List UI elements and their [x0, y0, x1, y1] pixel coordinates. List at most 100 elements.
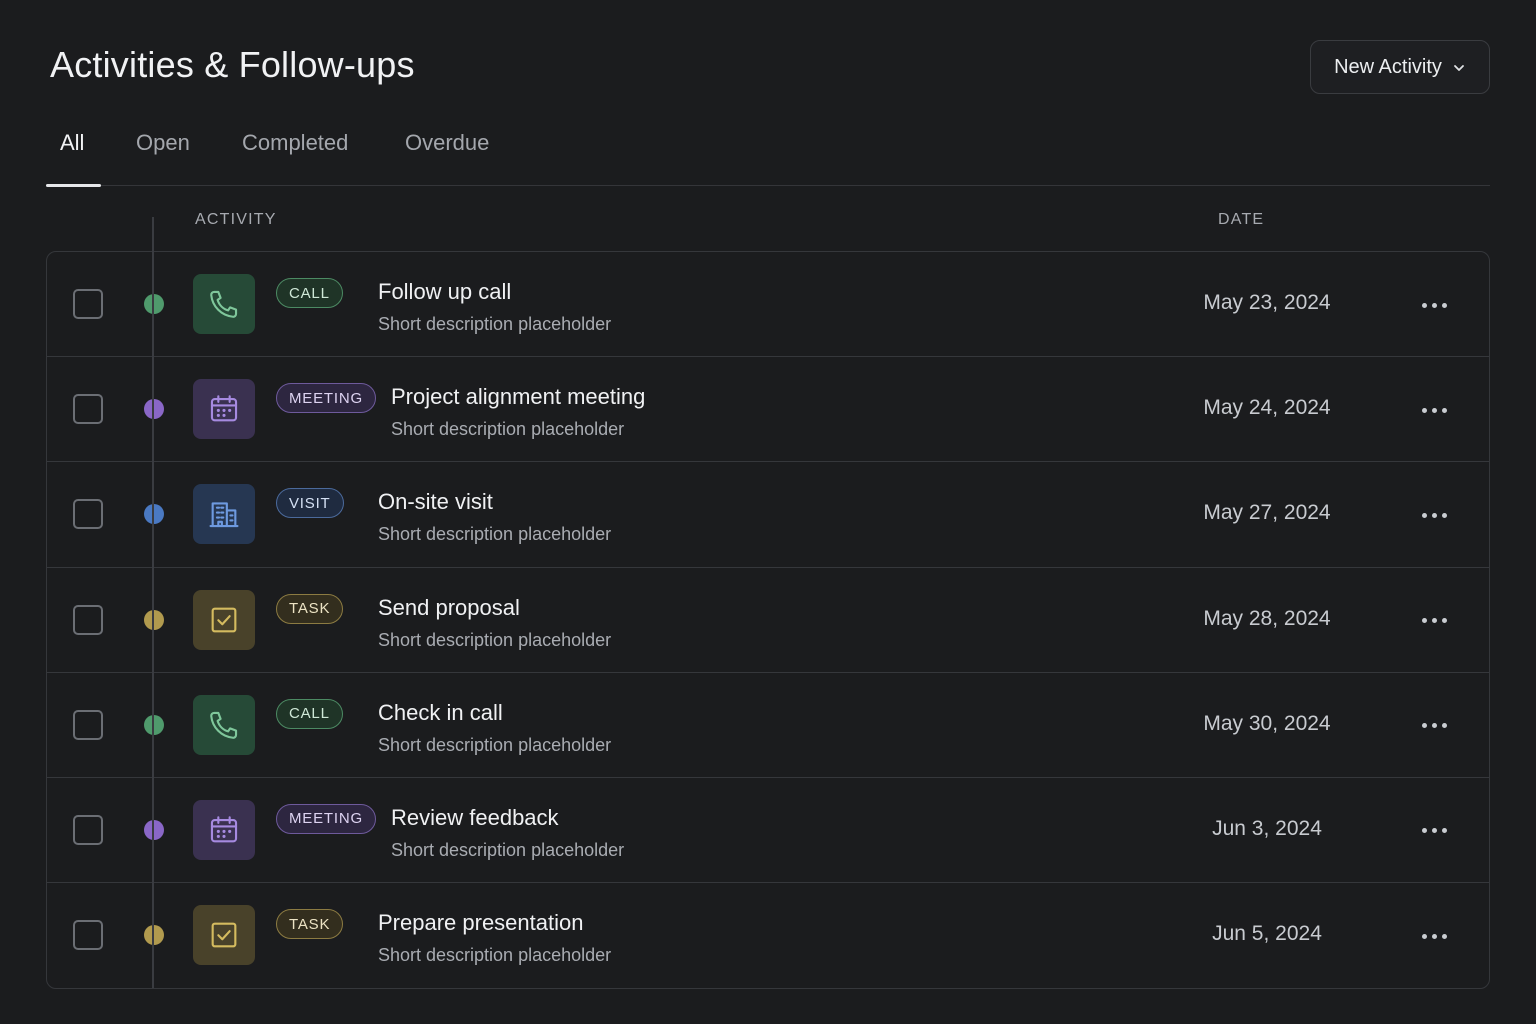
more-dot: [1431, 933, 1437, 939]
more-dot: [1441, 723, 1447, 729]
activity-description: Short description placeholder: [378, 314, 612, 334]
activity-title: Send proposal: [378, 594, 520, 620]
activity-type-badge: TASK: [276, 593, 344, 624]
more-dot: [1441, 933, 1447, 939]
activity-title: Project alignment meeting: [391, 384, 646, 410]
row-checkbox[interactable]: [73, 499, 103, 530]
activity-date: Jun 5, 2024: [1212, 922, 1322, 946]
activity-type-icon-box: [193, 379, 255, 440]
activity-type-icon-box: [193, 484, 255, 545]
tab-overdue[interactable]: Overdue: [405, 130, 489, 156]
more-dot: [1421, 828, 1427, 834]
more-dot: [1441, 302, 1447, 308]
activity-description: Short description placeholder: [391, 839, 625, 860]
row-checkbox[interactable]: [73, 289, 103, 319]
activity-date: May 30, 2024: [1203, 711, 1331, 735]
activity-type-icon-box: [193, 589, 255, 650]
activity-type-badge: CALL: [276, 698, 343, 729]
more-actions-button[interactable]: [1411, 816, 1457, 846]
activity-type-badge: MEETING: [276, 383, 376, 414]
timeline-dot: [144, 925, 164, 946]
activity-description: Short description placeholder: [378, 524, 612, 545]
page-title: Activities & Follow-ups: [50, 44, 415, 85]
more-dot: [1431, 828, 1437, 834]
more-dot: [1421, 618, 1427, 624]
more-dot: [1431, 618, 1437, 624]
column-header-activity: ACTIVITY: [195, 211, 277, 228]
activity-type-icon-box: [193, 694, 255, 755]
activity-row-6[interactable]: MEETING Review feedback Short descriptio…: [47, 778, 1489, 884]
activity-description: Short description placeholder: [391, 419, 625, 440]
timeline-dot: [144, 294, 164, 314]
more-actions-button[interactable]: [1411, 500, 1457, 530]
more-actions-button[interactable]: [1411, 711, 1457, 741]
more-dot: [1441, 407, 1447, 413]
more-dot: [1421, 723, 1427, 729]
timeline-dot: [144, 714, 164, 735]
new-activity-button[interactable]: New Activity: [1310, 40, 1490, 94]
more-dot: [1431, 407, 1437, 413]
tab-bar: All Open Completed Overdue: [46, 120, 1490, 187]
more-dot: [1431, 723, 1437, 729]
more-actions-button[interactable]: [1411, 921, 1457, 951]
timeline-dot: [144, 399, 164, 420]
activity-date: May 27, 2024: [1203, 501, 1331, 525]
calendar-icon: [210, 816, 238, 843]
more-dot: [1431, 512, 1437, 518]
row-checkbox[interactable]: [73, 604, 103, 635]
more-dot: [1441, 512, 1447, 518]
activity-date: Jun 3, 2024: [1212, 816, 1322, 840]
activity-row-3[interactable]: VISIT On-site visit Short description pl…: [47, 462, 1489, 568]
activity-type-icon-box: [193, 274, 255, 334]
timeline-dot: [144, 609, 164, 630]
timeline-line: [152, 217, 154, 988]
row-checkbox[interactable]: [73, 709, 103, 740]
more-dot: [1441, 618, 1447, 624]
activity-type-badge: VISIT: [276, 488, 344, 519]
more-actions-button[interactable]: [1411, 290, 1457, 320]
new-activity-label: New Activity: [1334, 55, 1442, 78]
calendar-icon: [210, 395, 238, 422]
activity-date: May 28, 2024: [1203, 606, 1331, 630]
more-actions-button[interactable]: [1411, 606, 1457, 636]
tab-open[interactable]: Open: [136, 130, 190, 156]
activity-title: On-site visit: [378, 489, 493, 515]
row-checkbox[interactable]: [73, 920, 103, 951]
activity-row-1[interactable]: CALL Follow up call Short description pl…: [47, 252, 1489, 358]
activity-row-5[interactable]: CALL Check in call Short description pla…: [47, 673, 1489, 778]
task-check-icon: [211, 607, 237, 632]
timeline-dot: [144, 504, 164, 525]
chevron-down-icon: [1454, 64, 1464, 71]
activity-title: Follow up call: [378, 279, 512, 304]
activity-date: May 23, 2024: [1203, 291, 1331, 314]
activity-title: Review feedback: [391, 804, 559, 830]
activity-title: Check in call: [378, 699, 503, 725]
column-header-date: DATE: [1218, 211, 1265, 228]
activity-type-icon-box: [193, 799, 255, 860]
activity-row-2[interactable]: MEETING Project alignment meeting Short …: [47, 357, 1489, 463]
more-dot: [1441, 828, 1447, 834]
activity-row-7[interactable]: TASK Prepare presentation Short descript…: [47, 883, 1489, 988]
row-checkbox[interactable]: [73, 814, 103, 845]
tab-all[interactable]: All: [60, 130, 84, 156]
activity-row-4[interactable]: TASK Send proposal Short description pla…: [47, 568, 1489, 673]
more-dot: [1431, 302, 1437, 308]
building-icon: [209, 502, 239, 528]
activity-description: Short description placeholder: [378, 945, 612, 966]
more-dot: [1421, 407, 1427, 413]
activity-type-badge: MEETING: [276, 803, 376, 834]
activity-type-badge: CALL: [276, 278, 343, 308]
phone-icon: [210, 711, 238, 739]
activities-page: Activities & Follow-ups New Activity All…: [0, 0, 1536, 1024]
activity-date: May 24, 2024: [1203, 396, 1331, 420]
more-dot: [1421, 302, 1427, 308]
phone-icon: [210, 290, 238, 318]
tab-completed[interactable]: Completed: [242, 130, 348, 156]
timeline-dot: [144, 819, 164, 840]
task-check-icon: [211, 922, 237, 948]
activity-description: Short description placeholder: [378, 629, 612, 650]
more-dot: [1421, 512, 1427, 518]
row-checkbox[interactable]: [73, 394, 103, 425]
more-actions-button[interactable]: [1411, 395, 1457, 425]
activity-description: Short description placeholder: [378, 734, 612, 755]
